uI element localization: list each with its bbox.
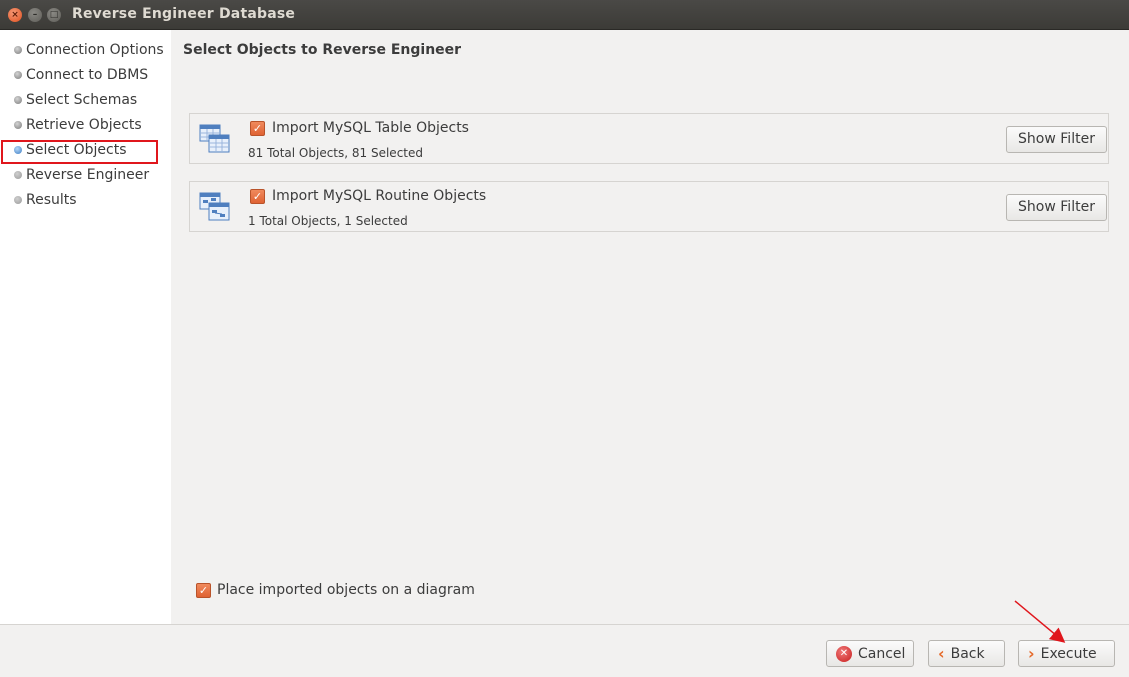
routine-objects-icon xyxy=(199,192,230,221)
step-label: Connect to DBMS xyxy=(26,67,149,83)
routine-objects-group: ✓ Import MySQL Routine Objects 1 Total O… xyxy=(189,181,1109,232)
chevron-right-icon: › xyxy=(1028,643,1035,663)
step-connect-to-dbms: Connect to DBMS xyxy=(14,64,148,86)
import-routines-label: Import MySQL Routine Objects xyxy=(272,188,487,204)
step-select-schemas: Select Schemas xyxy=(14,89,137,111)
show-routine-filter-button[interactable]: Show Filter xyxy=(1006,194,1107,221)
routine-objects-summary: 1 Total Objects, 1 Selected xyxy=(248,214,408,228)
execute-button[interactable]: › Execute xyxy=(1018,640,1115,667)
page-title: Select Objects to Reverse Engineer xyxy=(183,42,462,58)
step-reverse-engineer: Reverse Engineer xyxy=(14,164,149,186)
cancel-button[interactable]: ✕ Cancel xyxy=(826,640,914,667)
step-label: Connection Options xyxy=(26,42,164,58)
show-table-filter-button[interactable]: Show Filter xyxy=(1006,126,1107,153)
step-done-icon xyxy=(14,46,22,54)
step-results: Results xyxy=(14,189,77,211)
window-maximize-button[interactable]: □ xyxy=(47,8,61,22)
chevron-left-icon: ‹ xyxy=(938,643,945,663)
step-done-icon xyxy=(14,121,22,129)
current-step-highlight-annotation xyxy=(1,140,158,164)
main-panel: Select Objects to Reverse Engineer ✓ Imp… xyxy=(171,30,1129,624)
step-pending-icon xyxy=(14,196,22,204)
step-label: Results xyxy=(26,192,77,208)
table-objects-summary: 81 Total Objects, 81 Selected xyxy=(248,146,423,160)
step-done-icon xyxy=(14,71,22,79)
step-label: Select Schemas xyxy=(26,92,138,108)
import-routines-checkbox[interactable]: ✓ xyxy=(250,189,265,204)
window-minimize-button[interactable]: – xyxy=(28,8,42,22)
back-label: Back xyxy=(950,645,985,662)
wizard-steps-sidebar: Connection Options Connect to DBMS Selec… xyxy=(0,30,171,624)
window-title: Reverse Engineer Database xyxy=(72,6,296,22)
import-tables-checkbox[interactable]: ✓ xyxy=(250,121,265,136)
step-label: Reverse Engineer xyxy=(26,167,150,183)
step-label: Retrieve Objects xyxy=(26,117,142,133)
step-pending-icon xyxy=(14,171,22,179)
title-bar: × – □ Reverse Engineer Database xyxy=(0,0,1129,30)
step-done-icon xyxy=(14,96,22,104)
cancel-label: Cancel xyxy=(858,645,906,662)
table-objects-group: ✓ Import MySQL Table Objects 81 Total Ob… xyxy=(189,113,1109,164)
back-button[interactable]: ‹ Back xyxy=(928,640,1005,667)
table-objects-icon xyxy=(199,124,230,153)
place-on-diagram-label: Place imported objects on a diagram xyxy=(217,582,475,598)
execute-label: Execute xyxy=(1040,645,1097,662)
cancel-icon: ✕ xyxy=(836,645,852,662)
step-connection-options: Connection Options xyxy=(14,39,164,61)
place-on-diagram-checkbox[interactable]: ✓ xyxy=(196,583,211,598)
import-tables-label: Import MySQL Table Objects xyxy=(272,120,469,136)
wizard-footer: ✕ Cancel ‹ Back › Execute xyxy=(0,624,1129,677)
step-retrieve-objects: Retrieve Objects xyxy=(14,114,142,136)
window-close-button[interactable]: × xyxy=(8,8,22,22)
